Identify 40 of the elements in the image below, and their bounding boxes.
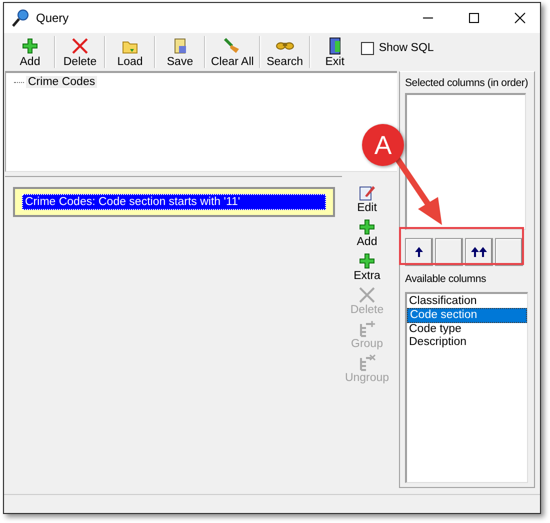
broom-icon xyxy=(223,36,242,54)
magnifier-icon xyxy=(12,9,30,27)
notepad-pencil-icon xyxy=(358,184,376,202)
window-title: Query xyxy=(36,11,69,25)
cross-icon xyxy=(358,286,376,304)
criteria-row[interactable]: Crime Codes: Code section starts with '11' xyxy=(22,194,326,210)
show-sql-checkbox[interactable]: Show SQL xyxy=(360,42,434,54)
blank-button[interactable] xyxy=(495,238,523,266)
column-list-item[interactable]: Classification xyxy=(407,295,527,308)
add-side-button[interactable]: Extra xyxy=(354,252,380,282)
tree-plus-icon xyxy=(358,320,376,338)
load-tool-button[interactable]: Load xyxy=(108,36,152,68)
add-side-button[interactable]: Add xyxy=(356,218,378,248)
edit-side-button[interactable]: Edit xyxy=(357,184,377,214)
column-list-item[interactable]: Code type xyxy=(407,323,527,336)
plus-icon xyxy=(21,36,39,54)
save-tool-button[interactable]: Save xyxy=(158,36,202,68)
maximize-icon[interactable] xyxy=(468,12,480,24)
add-tool-button[interactable]: Add xyxy=(8,36,52,68)
column-list-item[interactable]: Code section xyxy=(407,308,527,323)
available-columns-label: Available columns xyxy=(405,272,488,286)
move-button[interactable] xyxy=(405,238,433,266)
selected-columns-list[interactable] xyxy=(405,93,526,230)
tree-cross-icon xyxy=(358,354,376,372)
column-list-item[interactable]: Description xyxy=(407,336,527,349)
move-button[interactable] xyxy=(465,238,493,266)
double-up-arrow-icon xyxy=(471,247,487,257)
selected-columns-label: Selected columns (in order) xyxy=(405,76,529,90)
blank-button[interactable] xyxy=(435,238,463,266)
plus-icon xyxy=(358,252,376,270)
plus-icon xyxy=(358,218,376,236)
delete-tool-button[interactable]: Delete xyxy=(58,36,102,68)
clear-tool-button[interactable]: Clear All xyxy=(208,36,257,68)
binoculars-icon xyxy=(276,42,294,50)
search-tool-button[interactable]: Search xyxy=(262,36,307,68)
exit-tool-button[interactable]: Exit xyxy=(312,36,357,68)
close-icon[interactable] xyxy=(514,12,526,24)
tree-item[interactable]: Crime Codes xyxy=(26,76,98,88)
cross-icon xyxy=(71,36,89,54)
up-arrow-icon xyxy=(415,247,423,257)
